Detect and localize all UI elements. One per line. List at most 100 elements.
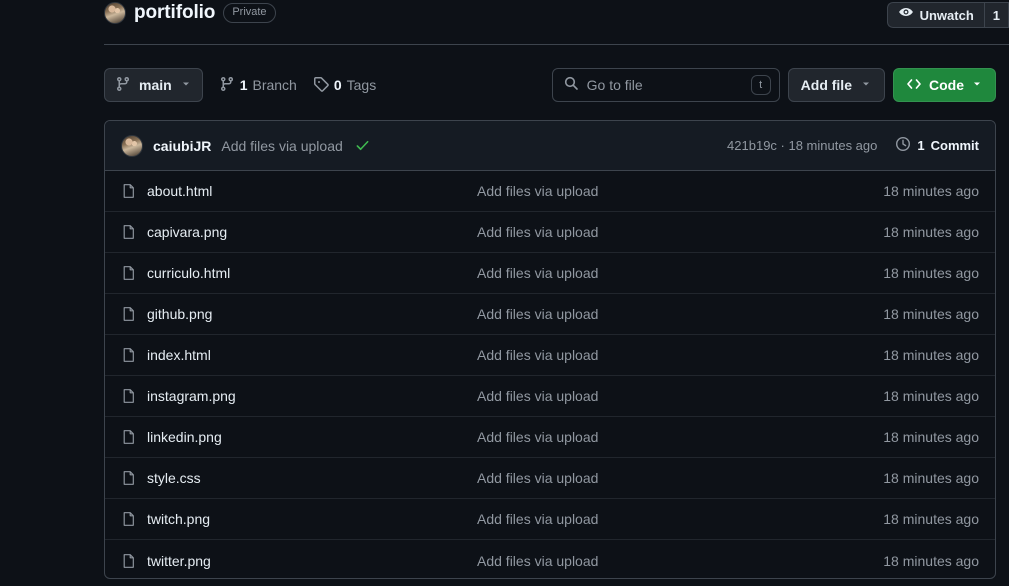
tag-count-value: 0 xyxy=(333,77,342,93)
table-row[interactable]: linkedin.png Add files via upload 18 min… xyxy=(105,417,995,458)
latest-commit-bar: caiubiJR Add files via upload 421b19c · … xyxy=(105,121,995,171)
code-label: Code xyxy=(929,77,964,93)
table-row[interactable]: instagram.png Add files via upload 18 mi… xyxy=(105,376,995,417)
tag-count-stat[interactable]: 0 Tags xyxy=(313,76,376,95)
visibility-badge: Private xyxy=(223,3,276,23)
tag-icon xyxy=(313,76,329,95)
tag-count-label: Tags xyxy=(346,77,377,93)
file-commit-time: 18 minutes ago xyxy=(883,347,979,363)
file-rows: about.html Add files via upload 18 minut… xyxy=(105,171,995,578)
table-row[interactable]: curriculo.html Add files via upload 18 m… xyxy=(105,253,995,294)
code-brackets-icon xyxy=(906,76,922,95)
repo-toolbar: main 1 Branch 0 Tags Go to file t Add fi… xyxy=(104,68,996,102)
file-commit-message[interactable]: Add files via upload xyxy=(477,224,883,240)
file-commit-message[interactable]: Add files via upload xyxy=(477,388,883,404)
file-icon xyxy=(121,470,137,486)
eye-icon xyxy=(898,6,914,25)
search-shortcut-badge: t xyxy=(750,75,771,95)
repo-name[interactable]: portifolio xyxy=(134,2,215,24)
unwatch-label: Unwatch xyxy=(919,7,974,23)
header-divider xyxy=(104,44,1009,45)
branch-icon xyxy=(115,76,131,95)
search-icon xyxy=(563,75,579,96)
file-icon xyxy=(121,347,137,363)
branch-selector[interactable]: main xyxy=(104,68,203,102)
header-actions: Unwatch 1 xyxy=(886,2,1009,28)
branch-count-stat[interactable]: 1 Branch xyxy=(219,76,297,95)
file-commit-time: 18 minutes ago xyxy=(883,552,979,569)
file-icon xyxy=(121,306,137,322)
file-name[interactable]: twitch.png xyxy=(147,511,477,527)
unwatch-button[interactable]: Unwatch xyxy=(886,2,984,28)
add-file-label: Add file xyxy=(800,77,852,93)
file-commit-message[interactable]: Add files via upload xyxy=(477,306,883,322)
check-success-icon[interactable] xyxy=(355,138,370,153)
branch-icon xyxy=(219,76,235,95)
table-row[interactable]: style.css Add files via upload 18 minute… xyxy=(105,458,995,499)
file-icon xyxy=(121,224,137,240)
history-icon xyxy=(895,136,911,155)
branch-name: main xyxy=(139,77,172,93)
commit-message[interactable]: Add files via upload xyxy=(221,138,342,154)
file-name[interactable]: style.css xyxy=(147,470,477,486)
commit-count-value: 1 xyxy=(917,138,925,153)
file-list-container: caiubiJR Add files via upload 421b19c · … xyxy=(104,120,996,579)
file-name[interactable]: index.html xyxy=(147,347,477,363)
file-commit-time: 18 minutes ago xyxy=(883,183,979,199)
file-icon xyxy=(121,511,137,527)
commit-count-label: Commit xyxy=(930,138,979,153)
file-commit-time: 18 minutes ago xyxy=(883,265,979,281)
add-file-button[interactable]: Add file xyxy=(787,68,885,102)
file-icon xyxy=(121,265,137,281)
watch-count[interactable]: 1 xyxy=(983,2,1009,28)
table-row[interactable]: capivara.png Add files via upload 18 min… xyxy=(105,212,995,253)
file-commit-time: 18 minutes ago xyxy=(883,511,979,527)
table-row[interactable]: github.png Add files via upload 18 minut… xyxy=(105,294,995,335)
commit-count[interactable]: 1 Commit xyxy=(895,136,979,155)
file-commit-time: 18 minutes ago xyxy=(883,388,979,404)
table-row[interactable]: twitch.png Add files via upload 18 minut… xyxy=(105,499,995,540)
file-name[interactable]: about.html xyxy=(147,183,477,199)
toolbar-right: Go to file t Add file Code xyxy=(551,68,996,102)
branch-group: main 1 Branch 0 Tags xyxy=(104,68,376,102)
file-commit-message[interactable]: Add files via upload xyxy=(477,553,883,569)
branch-count-value: 1 xyxy=(239,77,248,93)
file-name[interactable]: linkedin.png xyxy=(147,429,477,445)
file-commit-message[interactable]: Add files via upload xyxy=(477,347,883,363)
chevron-down-icon xyxy=(860,77,872,93)
commit-author-name[interactable]: caiubiJR xyxy=(153,138,211,154)
file-commit-time: 18 minutes ago xyxy=(883,470,979,486)
file-commit-time: 18 minutes ago xyxy=(883,224,979,240)
code-button[interactable]: Code xyxy=(893,68,996,102)
table-row[interactable]: index.html Add files via upload 18 minut… xyxy=(105,335,995,376)
table-row[interactable]: about.html Add files via upload 18 minut… xyxy=(105,171,995,212)
file-icon xyxy=(121,388,137,404)
owner-avatar[interactable] xyxy=(104,2,126,24)
commit-meta-group: 421b19c · 18 minutes ago 1 Commit xyxy=(727,136,979,155)
file-icon xyxy=(121,553,137,569)
branch-count-label: Branch xyxy=(252,77,297,93)
file-name[interactable]: instagram.png xyxy=(147,388,477,404)
chevron-down-icon xyxy=(180,77,192,93)
file-commit-time: 18 minutes ago xyxy=(883,306,979,322)
table-row[interactable]: twitter.png Add files via upload 18 minu… xyxy=(105,540,995,578)
file-icon xyxy=(121,183,137,199)
search-input-placeholder: Go to file xyxy=(586,77,643,93)
file-commit-message[interactable]: Add files via upload xyxy=(477,265,883,281)
repo-title-row: portifolio Private xyxy=(104,2,276,24)
file-icon xyxy=(121,429,137,445)
commit-hash-and-time[interactable]: 421b19c · 18 minutes ago xyxy=(727,138,877,153)
file-name[interactable]: github.png xyxy=(147,306,477,322)
chevron-down-icon xyxy=(971,77,983,93)
file-commit-message[interactable]: Add files via upload xyxy=(477,183,883,199)
repo-header: portifolio Private Unwatch 1 xyxy=(0,0,1009,45)
file-commit-message[interactable]: Add files via upload xyxy=(477,511,883,527)
go-to-file-search[interactable]: Go to file t xyxy=(551,68,780,102)
file-name[interactable]: curriculo.html xyxy=(147,265,477,281)
file-name[interactable]: capivara.png xyxy=(147,224,477,240)
commit-author-avatar[interactable] xyxy=(121,134,143,157)
file-name[interactable]: twitter.png xyxy=(147,553,477,569)
file-commit-time: 18 minutes ago xyxy=(883,429,979,445)
file-commit-message[interactable]: Add files via upload xyxy=(477,429,883,445)
file-commit-message[interactable]: Add files via upload xyxy=(477,470,883,486)
